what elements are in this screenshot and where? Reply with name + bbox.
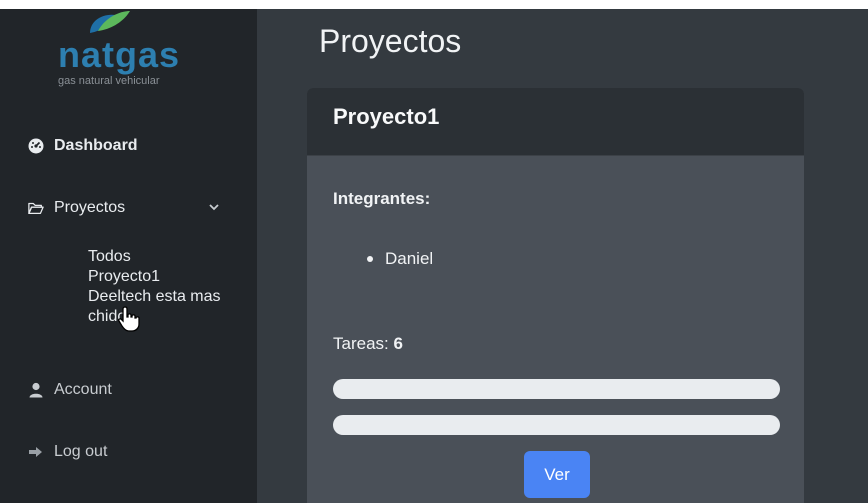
tasks-label: Tareas:	[333, 334, 389, 353]
submenu-item-deeltech[interactable]: Deeltech esta mas chido	[88, 287, 238, 327]
tasks-value: 6	[393, 334, 403, 353]
logout-icon	[28, 444, 44, 460]
sidebar-item-account[interactable]: Account	[28, 381, 112, 399]
leaf-logo-icon	[90, 11, 130, 33]
submenu-item-proyecto1[interactable]: Proyecto1	[88, 267, 238, 287]
card-header: Proyecto1	[307, 88, 804, 156]
sidebar-item-dashboard[interactable]: Dashboard	[28, 137, 138, 155]
hand-cursor-icon	[118, 306, 140, 332]
brand-tagline: gas natural vehicular	[58, 75, 160, 87]
main-content: Proyectos Proyecto1 Integrantes: Daniel …	[257, 9, 868, 503]
projects-submenu: Todos Proyecto1 Deeltech esta mas chido	[88, 247, 238, 327]
brand-logo[interactable]: natgas gas natural vehicular	[56, 9, 216, 89]
member-name: Daniel	[385, 249, 434, 268]
sidebar-item-label: Account	[54, 381, 112, 398]
submenu-item-todos[interactable]: Todos	[88, 247, 238, 267]
view-button[interactable]: Ver	[524, 451, 590, 498]
sidebar: natgas gas natural vehicular Dashboard P…	[0, 9, 257, 503]
dashboard-gauge-icon	[28, 138, 44, 154]
page-title: Proyectos	[319, 23, 462, 59]
progress-bar	[333, 415, 780, 435]
brand-wordmark: natgas	[58, 34, 181, 75]
user-icon	[28, 382, 44, 398]
progress-bar	[333, 379, 780, 399]
sidebar-item-label: Log out	[54, 443, 108, 460]
sidebar-item-proyectos[interactable]: Proyectos	[28, 199, 125, 217]
sidebar-item-logout[interactable]: Log out	[28, 443, 107, 461]
project-card: Proyecto1 Integrantes: Daniel Tareas: 6 …	[307, 88, 804, 503]
members-label: Integrantes:	[333, 189, 431, 208]
list-item: Daniel	[367, 249, 433, 269]
card-title: Proyecto1	[333, 104, 440, 129]
chevron-down-icon[interactable]	[208, 201, 220, 213]
sidebar-item-label: Proyectos	[54, 199, 126, 216]
top-strip	[0, 0, 868, 9]
sidebar-item-label: Dashboard	[54, 137, 138, 154]
bullet-icon	[367, 256, 373, 262]
folder-open-icon	[28, 200, 44, 216]
tasks-count: Tareas: 6	[333, 334, 403, 354]
